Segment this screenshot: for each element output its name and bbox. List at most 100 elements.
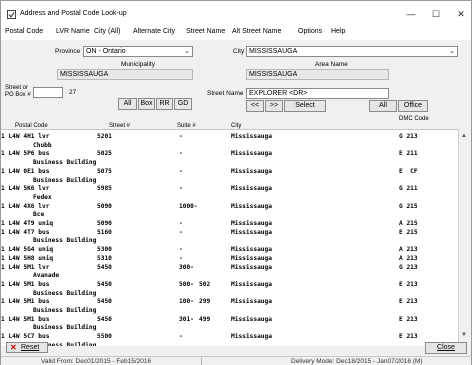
postal-code-cell: 1 L4W 4H1 lvr xyxy=(1,133,50,140)
dmc-code-cell: E 213 xyxy=(399,298,418,306)
postal-code-cell: 1 L4W 4T7 bus xyxy=(1,228,50,236)
suite-number-cell: 300- xyxy=(179,263,194,271)
row-subtitle: Chubb xyxy=(33,141,52,149)
row-subtitle: Business Building xyxy=(33,289,97,297)
menu-bar: Postal Code LVR Name City (All) Alternat… xyxy=(1,26,471,40)
office-button[interactable]: Office xyxy=(398,100,428,112)
postal-code-cell: 1 L4W 5K6 lvr xyxy=(1,185,50,193)
province-label: Province xyxy=(55,48,81,55)
scroll-down-icon[interactable]: ▼ xyxy=(461,332,467,338)
window-title: Address and Postal Code Look-up xyxy=(20,10,127,17)
street-name-input[interactable]: EXPLORER <DR> xyxy=(246,88,389,99)
reset-button[interactable]: ✕ Reset xyxy=(6,342,48,353)
title-bar: Address and Postal Code Look-up — ☐ ✕ xyxy=(1,1,471,26)
city-cell: Mississauga xyxy=(231,150,272,158)
chevron-down-icon: ⌄ xyxy=(184,48,190,55)
close-icon[interactable]: ✕ xyxy=(451,8,471,20)
table-row[interactable]: 1 L4W 5M1 bus 5450 301- 499 Mississauga E 213 xyxy=(1,315,458,324)
status-divider xyxy=(201,358,202,365)
city-cell: Mississauga xyxy=(231,202,272,210)
table-row[interactable]: 1 L4W 4T9 uniq 5090 - Mississauga A 215 xyxy=(1,219,458,228)
menu-options[interactable]: Options xyxy=(298,28,322,35)
dmc-code-cell: A 213 xyxy=(399,246,418,254)
maximize-icon[interactable]: ☐ xyxy=(426,8,446,20)
header-dmc-code: DMC Code xyxy=(399,116,429,122)
municipality-value: MISSISSAUGA xyxy=(60,71,109,78)
menu-city-all[interactable]: City (All) xyxy=(94,28,120,35)
postal-code-cell: 1 L4W 5M1 bus xyxy=(1,280,50,288)
suite-end-cell: 299 xyxy=(199,298,211,306)
suite-number-cell: - xyxy=(179,150,183,158)
dmc-code-cell: G 213 xyxy=(399,133,418,140)
select-button[interactable]: Select xyxy=(284,100,326,112)
reset-x-icon: ✕ xyxy=(10,343,17,352)
table-row[interactable]: 1 L4W 5H8 uniq 5310 - Mississauga A 213 xyxy=(1,254,458,263)
menu-street-name[interactable]: Street Name xyxy=(186,28,225,35)
street-or-label: Street or xyxy=(5,85,29,91)
menu-lvr-name[interactable]: LVR Name xyxy=(56,28,90,35)
table-row[interactable]: 1 L4W 5C7 bus 5500 - Mississauga E 213 xyxy=(1,332,458,341)
next-button[interactable]: >> xyxy=(265,100,283,112)
city-select[interactable]: MISSISSAUGA ⌄ xyxy=(246,46,458,57)
street-number-cell: 5450 xyxy=(97,315,112,323)
municipality-field: MISSISSAUGA xyxy=(57,69,193,80)
menu-help[interactable]: Help xyxy=(331,28,345,35)
menu-postal-code[interactable]: Postal Code xyxy=(5,28,43,35)
city-cell: Mississauga xyxy=(231,280,272,288)
all-streets-button[interactable]: All xyxy=(369,100,397,112)
vertical-scrollbar[interactable]: ▲ ▼ xyxy=(458,129,471,346)
row-subtitle: Bce xyxy=(33,211,45,219)
table-row[interactable]: 1 L4W 0E1 bus 5075 - Mississauga E CF xyxy=(1,167,458,176)
scroll-up-icon[interactable]: ▲ xyxy=(461,133,467,139)
table-row[interactable]: 1 L4W 5K6 lvr 5985 - Mississauga G 211 xyxy=(1,184,458,193)
menu-alternate-city[interactable]: Alternate City xyxy=(133,28,175,35)
table-row[interactable]: 1 L4W 4H1 lvr 5201 - Mississauga G 213 xyxy=(1,132,458,141)
valid-from-status: Valid From: Dec01/2015 - Feb15/2016 xyxy=(41,358,152,365)
table-row[interactable]: 1 L4W 5M1 bus 5450 500- 502 Mississauga E 213 xyxy=(1,280,458,289)
minimize-icon[interactable]: — xyxy=(401,8,421,20)
province-select[interactable]: ON - Ontario ⌄ xyxy=(83,46,193,57)
previous-button[interactable]: << xyxy=(246,100,264,112)
lookup-window: Address and Postal Code Look-up — ☐ ✕ Po… xyxy=(0,0,472,365)
street-name-label: Street Name xyxy=(207,90,244,97)
city-cell: Mississauga xyxy=(231,254,272,262)
city-cell: Mississauga xyxy=(231,333,272,341)
table-row[interactable]: 1 L4W 4X6 lvr 5090 1000- Mississauga G 215 xyxy=(1,202,458,211)
postal-code-cell: 1 L4W 5H8 uniq xyxy=(1,254,54,262)
dmc-code-cell: E 215 xyxy=(399,228,418,236)
suite-number-cell: - xyxy=(179,167,183,175)
street-number-cell: 5075 xyxy=(97,167,112,175)
area-name-value: MISSISSAUGA xyxy=(249,71,298,78)
dmc-code-cell: G 213 xyxy=(399,263,418,271)
city-cell: Mississauga xyxy=(231,228,272,236)
city-cell: Mississauga xyxy=(231,246,272,254)
dmc-code-cell: G 215 xyxy=(399,202,418,210)
city-cell: Mississauga xyxy=(231,298,272,306)
table-row[interactable]: 1 L4W 5P6 bus 5025 - Mississauga E 211 xyxy=(1,149,458,158)
all-numbers-button[interactable]: All xyxy=(118,98,137,110)
row-subtitle: Business Building xyxy=(33,159,97,167)
street-number-cell: 5025 xyxy=(97,150,112,158)
table-row[interactable]: 1 L4W 5M1 bus 5450 100- 299 Mississauga E 213 xyxy=(1,297,458,306)
suite-end-cell: 499 xyxy=(199,315,211,323)
menu-alt-street-name[interactable]: Alt Street Name xyxy=(232,28,281,35)
dmc-code-cell: E 213 xyxy=(399,315,418,323)
gd-button[interactable]: GD xyxy=(174,98,192,110)
table-row[interactable]: 1 L4W 4T7 bus 5160 - Mississauga E 215 xyxy=(1,228,458,237)
street-number-cell: 5090 xyxy=(97,220,112,227)
close-button[interactable]: Close xyxy=(425,342,467,354)
street-number-input[interactable] xyxy=(33,87,63,98)
street-number-cell: 5450 xyxy=(97,280,112,288)
suite-number-cell: 100- xyxy=(179,298,194,306)
rr-button[interactable]: RR xyxy=(156,98,173,110)
reset-label: Reset xyxy=(21,344,40,351)
row-subtitle: Business Building xyxy=(33,324,97,332)
dmc-code-cell: G 211 xyxy=(399,185,418,193)
table-row[interactable]: 1 L4W 5G4 uniq 5300 - Mississauga A 213 xyxy=(1,245,458,254)
results-list[interactable]: 1 L4W 4H1 lvr 5201 - Mississauga G 213 Chubb 1… xyxy=(1,129,458,346)
dmc-code-cell: A 213 xyxy=(399,254,418,262)
table-row[interactable]: 1 L4W 5M1 lvr 5450 300- Mississauga G 213 xyxy=(1,263,458,272)
postal-code-cell: 1 L4W 5C7 bus xyxy=(1,333,50,341)
street-number-cell: 5201 xyxy=(97,133,112,140)
box-button[interactable]: Box xyxy=(138,98,155,110)
